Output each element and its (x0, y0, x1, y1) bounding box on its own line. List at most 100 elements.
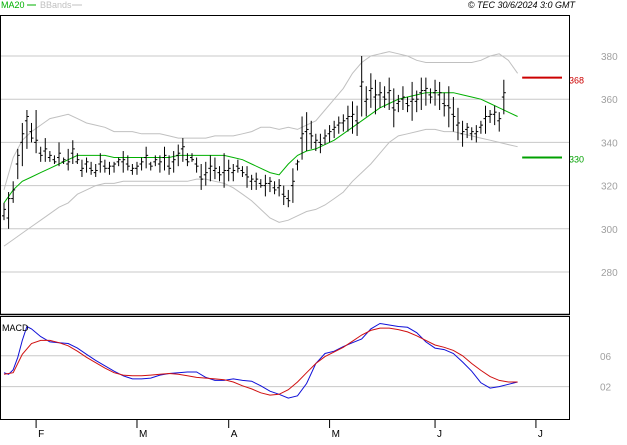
price-bar (180, 138, 185, 162)
price-bar (15, 148, 20, 180)
resistance-level-label: 368 (569, 76, 584, 86)
price-bar (245, 166, 250, 188)
price-bar (102, 159, 107, 173)
chart-canvas: 368 330 MA20 BBands © TEC 30/6/2024 3:0 G… (0, 0, 618, 440)
price-bar (34, 110, 39, 154)
x-tick-label: A (231, 429, 238, 440)
price-bar (355, 105, 360, 136)
bbands-legend-label: BBands (40, 0, 72, 10)
price-bar (70, 140, 75, 164)
y-tick-label: 360 (601, 95, 618, 106)
price-bar (43, 138, 48, 162)
price-bar (391, 88, 396, 128)
price-bar (309, 120, 314, 149)
ma20-legend-label: MA20 (1, 0, 25, 10)
x-tick-label: J (538, 429, 543, 440)
price-bar (396, 94, 401, 113)
price-bar (341, 114, 346, 132)
price-bar (350, 101, 355, 134)
y-tick-label: 340 (601, 138, 618, 149)
price-bar (465, 122, 470, 139)
price-bar (442, 92, 447, 117)
price-bar (208, 155, 213, 182)
price-bar (277, 179, 282, 197)
price-bar (478, 120, 483, 134)
price-bar (134, 161, 139, 175)
y-tick-label: 280 (601, 268, 618, 279)
price-bar (75, 153, 80, 164)
price-bar (24, 110, 29, 149)
price-bar (300, 116, 305, 160)
price-bar (212, 157, 217, 180)
price-bar (410, 81, 415, 121)
price-bar (295, 159, 300, 171)
price-bar (107, 161, 112, 175)
macd-panel-frame (0, 316, 570, 420)
price-bar (373, 79, 378, 115)
price-bar (167, 155, 172, 175)
price-bar (38, 146, 43, 162)
price-bar (2, 202, 6, 221)
price-bar (148, 161, 153, 171)
support-level-label: 330 (569, 155, 584, 165)
y-tick-label: 320 (601, 182, 618, 193)
price-levels: 368 330 (522, 76, 584, 165)
price-bar (378, 81, 383, 108)
macd-title: MACD (2, 323, 29, 333)
price-bar (345, 105, 350, 132)
x-tick-labels: FMAMJJ (35, 420, 543, 440)
price-bar (258, 179, 263, 188)
bband-upper-line (3, 51, 519, 191)
copyright-notice: © TEC 30/6/2024 3:0 GMT (468, 0, 577, 10)
price-bar (153, 155, 158, 167)
x-tick-label: M (139, 429, 147, 440)
price-bar (249, 174, 254, 190)
price-bar (286, 189, 291, 208)
price-bar (52, 155, 57, 164)
price-bar (272, 181, 277, 195)
x-tick-label: M (332, 429, 340, 440)
price-bar (66, 148, 71, 171)
price-bar (47, 151, 52, 162)
price-bar (492, 105, 497, 126)
y-tick-label: 300 (601, 225, 618, 236)
price-bar (359, 56, 364, 117)
bollinger-bands (3, 51, 519, 247)
price-bar (203, 161, 208, 186)
price-bar (98, 153, 103, 173)
price-bar (437, 81, 442, 110)
price-bar (130, 164, 135, 175)
price-bar (318, 133, 323, 154)
signal-line (3, 327, 518, 396)
price-bar (89, 161, 94, 175)
price-bar (423, 77, 428, 106)
price-bar (368, 73, 373, 108)
price-bar (497, 112, 502, 132)
price-bar (235, 159, 240, 173)
price-bar (20, 122, 25, 167)
price-bar (336, 116, 341, 134)
price-bar (116, 157, 121, 167)
price-bar (171, 151, 176, 173)
price-bar (190, 153, 195, 162)
price-bar (469, 127, 474, 141)
price-bar (194, 157, 199, 173)
price-bar (304, 112, 309, 152)
price-bar (121, 151, 126, 173)
panel-frames (0, 15, 570, 420)
price-bar (364, 86, 369, 117)
macd-y-tick-label: 02 (600, 383, 612, 394)
price-bar (332, 120, 337, 139)
price-bar (451, 97, 456, 132)
price-bar (162, 146, 167, 171)
price-bar (267, 176, 272, 193)
price-bar (428, 88, 433, 104)
y-tick-labels: 280 300 320 340 360 380 02 06 (600, 52, 618, 394)
price-bar (139, 157, 144, 171)
price-bar (57, 142, 62, 167)
price-bar (455, 107, 460, 141)
price-bar (488, 110, 493, 123)
price-bar (483, 105, 488, 134)
stock-chart: 368 330 MA20 BBands © TEC 30/6/2024 3:0 G… (0, 0, 627, 440)
price-bar (217, 166, 222, 182)
